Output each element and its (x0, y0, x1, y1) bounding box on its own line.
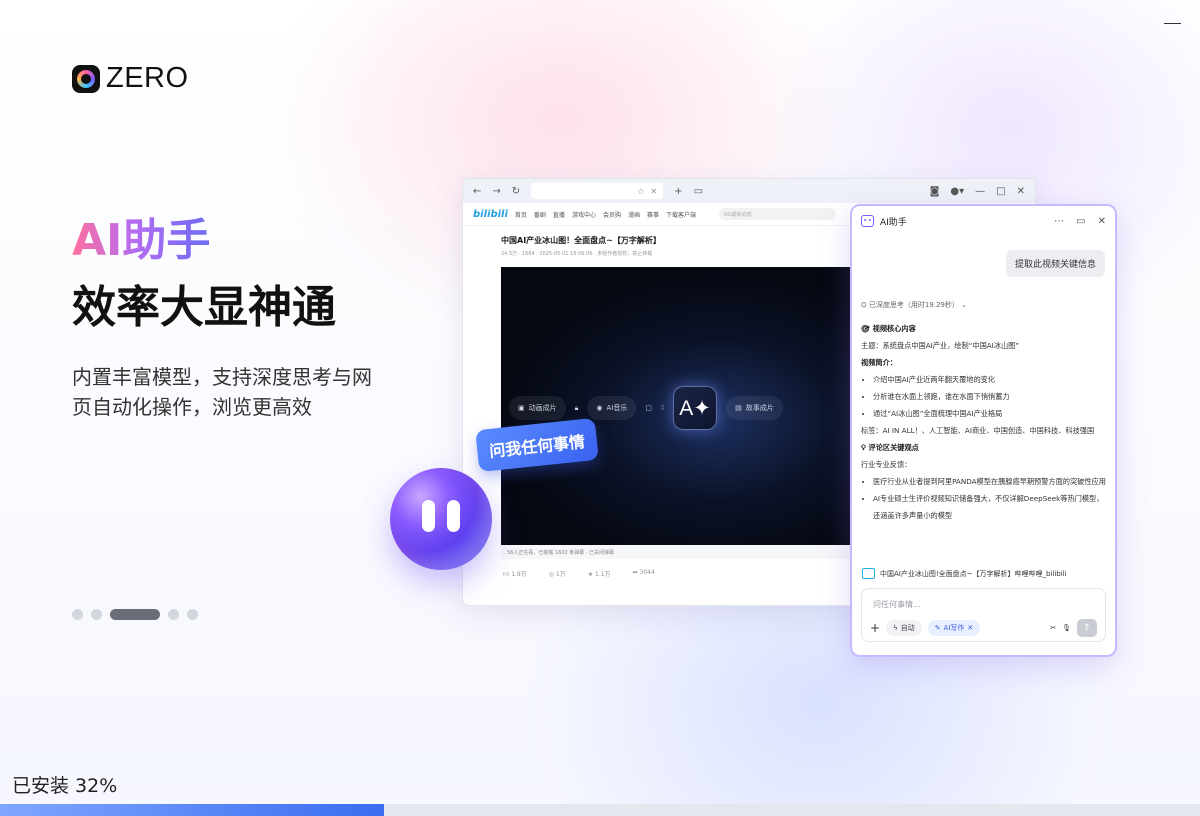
toolbar-item: ◉ AI音乐 (587, 396, 637, 420)
answer-bullet: 介绍中国AI产业近两年翻天覆地的变化 (873, 371, 1107, 388)
download-link: 下载客户端 (666, 211, 697, 219)
video-actions: 👍︎ 1.9万 ◎ 1万 ★ 1.1万 ➦ 3044 (503, 569, 655, 578)
close-icon: ✕ (650, 186, 658, 196)
nav-item: 游戏中心 (571, 211, 596, 219)
nav-item: 直播 (552, 211, 565, 219)
nav-item: 首页 (514, 211, 527, 219)
carousel-dots (72, 609, 198, 620)
robot-icon (861, 215, 874, 227)
browser-titlebar: ← → ↻ ☆ ✕ + ▭ ◙ ●▾ — □ ✕ (463, 179, 1035, 203)
hero-description: 内置丰富模型，支持深度思考与网页自动化操作，浏览更高效 (72, 365, 372, 419)
assistant-toggle-icon: ◙ (929, 185, 940, 197)
chat-input-placeholder: 问任何事情... (873, 600, 921, 609)
panel-title: AI助手 (880, 217, 907, 228)
star-icon: ☆ (637, 186, 645, 196)
carousel-dot[interactable] (187, 609, 198, 620)
panel-header: AI助手 ⋯ ▭ ✕ (852, 206, 1115, 236)
answer-summary-title: 视频简介： (861, 358, 897, 367)
ai-write-chip: ✎ AI写作 ✕ (927, 620, 981, 636)
nav-item: 会员购 (602, 211, 621, 219)
forward-icon: → (492, 185, 501, 197)
chat-input: 问任何事情... + ϟ 自动 ✎ AI写作 ✕ ✂ 🎙︎ ↑ (861, 588, 1106, 642)
mascot-eye (447, 500, 460, 532)
bolt-icon: ϟ (893, 624, 898, 632)
add-icon: + (870, 621, 881, 635)
video-player: ▣ 动画成片 🔒︎ ◉ AI音乐 ▢ ⦙⦙ A✦ ▤ 故事成片 (501, 267, 851, 545)
hero-title: AI助手 (72, 215, 211, 266)
scissors-icon: ✂ (1050, 624, 1057, 632)
video-title: 中国AI产业冰山图！全面盘点~【万字解析】 (501, 236, 661, 245)
user-message: 提取此视频关键信息 (1005, 250, 1105, 277)
minimize-icon[interactable] (1164, 12, 1182, 26)
danmaku-bar: 56人正在看，已装载 1602 条弹幕 · 已关闭弹幕 (501, 545, 857, 559)
assistant-answer: 🎯︎ 视频核心内容 主题：系统盘点中国AI产业，绘制“中国AI冰山图” 视频简介… (861, 320, 1107, 524)
toolbar-item: ▤ 故事成片 (726, 396, 783, 420)
window-minimize-icon: — (975, 185, 986, 197)
answer-bullet: 医疗行业从业者提到阿里PANDA模型在胰腺癌早期预警方面的突破性应用 (873, 473, 1107, 490)
favorite-count: ★ 1.1万 (587, 571, 611, 578)
nav-item: 赛事 (646, 211, 659, 219)
site-logo: bilibili (473, 208, 508, 220)
carousel-dot[interactable] (72, 609, 83, 620)
answer-bullet: AI专业硕士生评价视频知识储备强大，不仅详解DeepSeek等热门模型，还涵盖许… (873, 490, 1107, 524)
ai-sparkle-button: A✦ (673, 386, 718, 430)
answer-tags: 标签：AI IN ALL！、人工智能、AI商业、中国创造、中国科技、科技强国 (861, 426, 1095, 435)
tabs-icon: ▭ (693, 185, 704, 197)
mascot-eye (422, 500, 435, 532)
refresh-icon: ↻ (511, 185, 521, 197)
like-count: 👍︎ 1.9万 (503, 571, 527, 578)
window-close-icon: ✕ (1016, 185, 1025, 197)
music-icon: ◉ (596, 404, 603, 412)
new-tab-icon: + (674, 185, 683, 197)
logo-text: ZERO (106, 62, 189, 94)
more-icon: ⋯ (1054, 215, 1065, 227)
auto-mode-chip: ϟ 自动 (886, 620, 922, 636)
logo: ZERO (72, 62, 189, 95)
answer-bullet: 通过“AI冰山图”全面梳理中国AI产业格局 (873, 405, 1107, 422)
answer-feedback-title: 行业专业反馈： (861, 460, 912, 469)
nav-item: 漫画 (627, 211, 640, 219)
share-count: ➦ 3044 (632, 569, 655, 576)
page-reference-text: 中国AI产业冰山图!全面盘点~【万字解析】哔哩哔哩_bilibili (880, 569, 1067, 578)
page-reference: 中国AI产业冰山图!全面盘点~【万字解析】哔哩哔哩_bilibili (862, 568, 1067, 579)
carousel-dot[interactable] (168, 609, 179, 620)
carousel-dot[interactable] (91, 609, 102, 620)
answer-topic: 主题：系统盘点中国AI产业，绘制“中国AI冰山图” (861, 341, 1020, 350)
profile-icon: ●▾ (950, 185, 965, 197)
ai-assistant-panel: AI助手 ⋯ ▭ ✕ 提取此视频关键信息 ⛭ 已深度思考（用时19.29秒） ⌄… (850, 204, 1117, 657)
waveform-icon: ⦙⦙ (660, 403, 665, 412)
site-search: NG最新动态 (719, 208, 837, 220)
frame-icon: ▢ (645, 404, 652, 412)
address-bar: ☆ ✕ (531, 183, 664, 199)
assistant-mascot-icon (390, 468, 492, 570)
thinking-status: ⛭ 已深度思考（用时19.29秒） ⌄ (861, 301, 967, 309)
video-ai-toolbar: ▣ 动画成片 🔒︎ ◉ AI音乐 ▢ ⦙⦙ A✦ ▤ 故事成片 (501, 386, 851, 430)
answer-bullet: 分析谁在水面上领跑，谁在水面下悄悄蓄力 (873, 388, 1107, 405)
install-progress-fill (0, 804, 384, 816)
carousel-dot-active[interactable] (110, 609, 160, 620)
chat-icon: ▭ (1076, 215, 1086, 227)
zero-logo-icon (72, 64, 100, 93)
coin-count: ◎ 1万 (548, 571, 566, 578)
answer-section-title: 💡︎ 评论区关键观点 (861, 443, 919, 452)
video-meta: 24.5万 · 1684 · 2025-05-01 16:06:06 · 未经作… (501, 251, 653, 257)
window-maximize-icon: □ (996, 185, 1006, 197)
hero-subtitle: 效率大显神通 (72, 282, 336, 333)
mic-icon: 🎙︎ (1062, 624, 1071, 632)
back-icon: ← (473, 185, 482, 197)
film-icon: ▣ (518, 404, 525, 412)
toolbar-item: ▣ 动画成片 (509, 396, 566, 420)
install-status: 已安装 32% (12, 775, 118, 797)
lock-icon: 🔒︎ (574, 403, 579, 412)
close-icon: ✕ (1097, 215, 1106, 227)
nav-item: 番剧 (533, 211, 546, 219)
pen-icon: ✎ (934, 624, 941, 632)
book-icon: ▤ (735, 404, 742, 412)
answer-section-title: 🎯︎ 视频核心内容 (861, 324, 916, 333)
install-progress-bar (0, 804, 1200, 816)
bilibili-icon (862, 568, 875, 579)
send-icon: ↑ (1077, 619, 1097, 637)
